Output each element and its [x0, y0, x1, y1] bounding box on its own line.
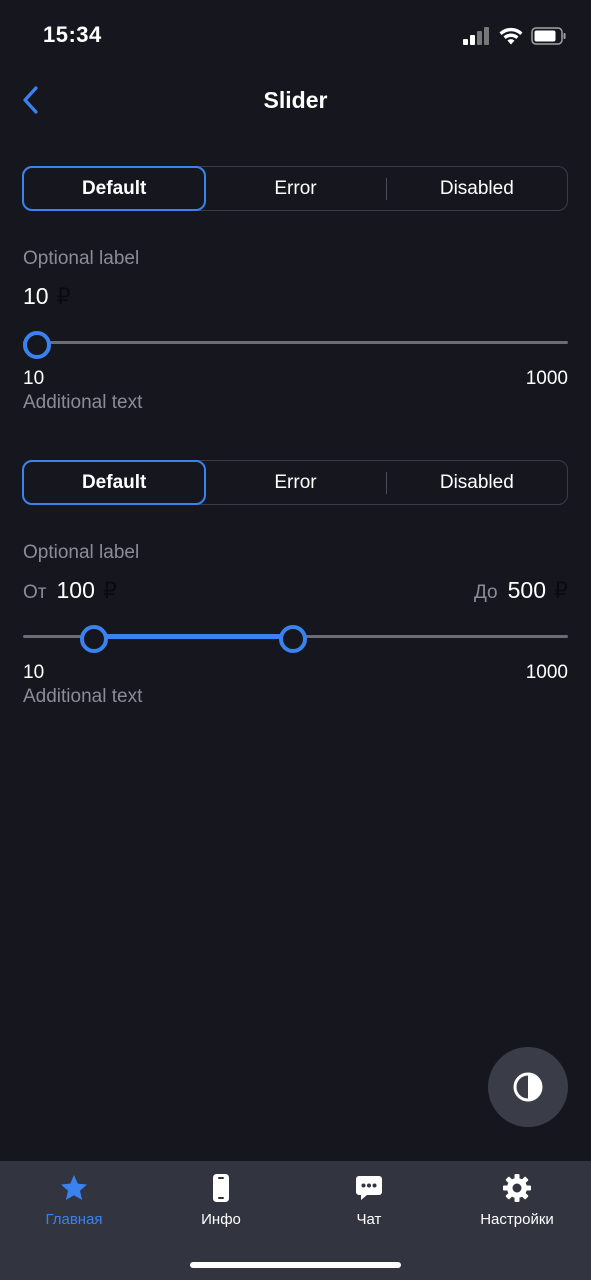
range-to-number: 500 — [507, 577, 546, 603]
slider-label: Optional label — [23, 248, 140, 269]
range-helper-text: Additional text — [23, 686, 143, 707]
range-thumb-to[interactable] — [278, 625, 307, 653]
slider-value: 10 ₽ — [23, 283, 71, 310]
range-max-label: 1000 — [525, 662, 568, 683]
page-title: Slider — [263, 87, 328, 113]
range-from-number: 100 — [56, 577, 95, 603]
segment-error[interactable]: Error — [205, 167, 385, 210]
range-track-fill — [94, 634, 293, 639]
tab-home[interactable]: Главная — [14, 1173, 134, 1228]
currency-symbol: ₽ — [102, 578, 117, 603]
range-to-value: До 500 ₽ — [474, 577, 568, 604]
star-icon — [61, 1175, 87, 1200]
tab-label: Инфо — [201, 1211, 241, 1228]
tab-chat[interactable]: Чат — [309, 1173, 429, 1228]
status-time: 15:34 — [43, 22, 102, 47]
range-label: Optional label — [23, 542, 140, 563]
segment-disabled[interactable]: Disabled — [387, 461, 567, 504]
tab-label: Главная — [45, 1211, 103, 1228]
cellular-signal-icon — [463, 27, 489, 45]
tab-settings[interactable]: Настройки — [457, 1173, 577, 1228]
slider-thumb[interactable] — [23, 331, 51, 359]
slider-value-number: 10 — [23, 283, 49, 309]
theme-toggle-button[interactable] — [488, 1047, 568, 1127]
currency-symbol: ₽ — [554, 578, 568, 603]
segment-default[interactable]: Default — [22, 460, 207, 505]
slider-min-label: 10 — [23, 368, 45, 389]
phone-icon — [213, 1174, 229, 1202]
gear-icon — [503, 1174, 531, 1202]
range-thumb-from[interactable] — [80, 625, 109, 653]
home-indicator — [190, 1262, 401, 1268]
segment-disabled[interactable]: Disabled — [387, 167, 567, 210]
tab-label: Настройки — [480, 1211, 554, 1228]
segmented-control-single: Default Error Disabled — [22, 166, 568, 211]
range-to-prefix: До — [473, 582, 498, 603]
tab-info[interactable]: Инфо — [161, 1173, 281, 1228]
segment-default[interactable]: Default — [22, 166, 207, 211]
slider-track[interactable] — [23, 341, 568, 344]
range-from-value: От 100 ₽ — [23, 577, 117, 604]
range-from-prefix: От — [23, 582, 47, 603]
tab-label: Чат — [356, 1211, 382, 1228]
range-min-label: 10 — [23, 662, 45, 683]
status-icons — [463, 24, 567, 48]
segmented-control-range: Default Error Disabled — [22, 460, 568, 505]
wifi-icon — [499, 27, 523, 45]
currency-symbol: ₽ — [56, 284, 71, 309]
battery-icon — [531, 27, 566, 45]
slider-max-label: 1000 — [525, 368, 568, 389]
contrast-icon — [513, 1072, 543, 1102]
chat-icon — [356, 1176, 382, 1200]
segment-error[interactable]: Error — [205, 461, 385, 504]
slider-helper-text: Additional text — [23, 392, 143, 413]
